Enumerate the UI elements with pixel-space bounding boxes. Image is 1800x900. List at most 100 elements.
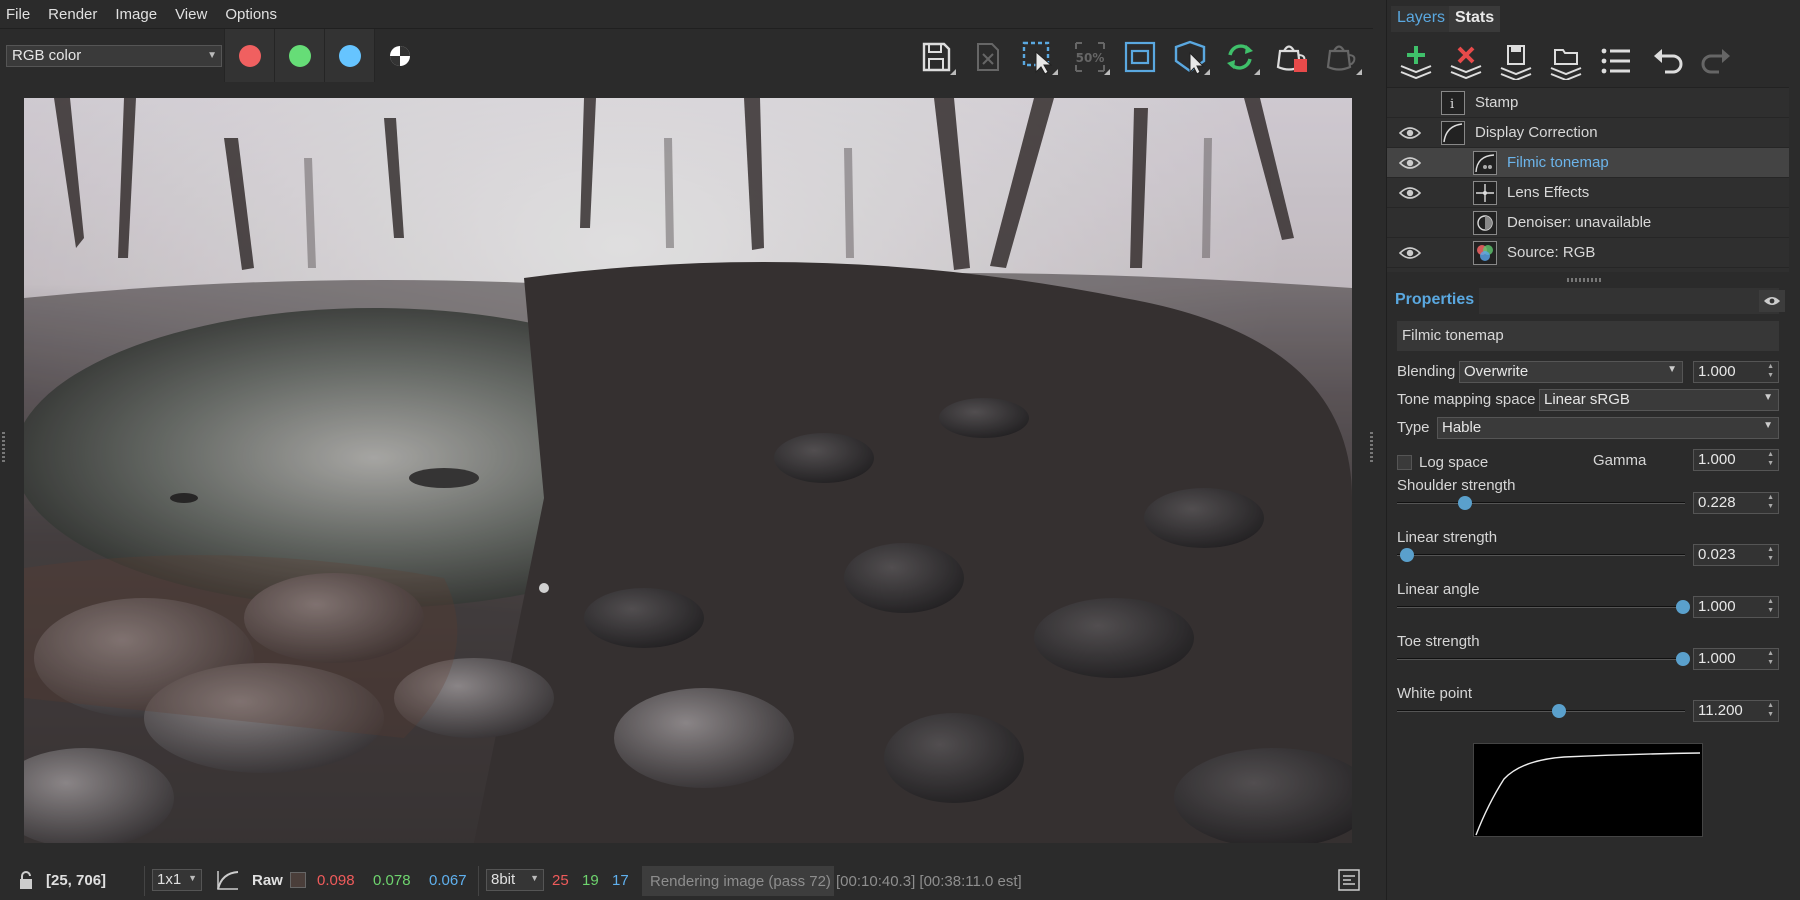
menu-image[interactable]: Image: [115, 6, 157, 23]
tab-stats[interactable]: Stats: [1449, 6, 1501, 32]
menu-render[interactable]: Render: [48, 6, 97, 23]
layer-row-stamp[interactable]: i Stamp: [1387, 88, 1789, 118]
menu-view[interactable]: View: [175, 6, 207, 23]
zoom-50-button[interactable]: 50%: [1070, 37, 1110, 77]
slider-value-spinner[interactable]: 1.000 ▲ ▼: [1693, 596, 1779, 618]
slider-value: 1.000: [1698, 598, 1736, 615]
eye-icon[interactable]: [1398, 245, 1422, 261]
slider-knob[interactable]: [1458, 496, 1472, 510]
curve-icon: [1441, 121, 1465, 145]
response-curve-icon[interactable]: [216, 869, 240, 895]
eye-icon[interactable]: [1398, 125, 1422, 141]
select-region-button[interactable]: [1018, 37, 1058, 77]
slider-track[interactable]: [1397, 496, 1685, 510]
slider-value: 0.023: [1698, 546, 1736, 563]
slider-knob[interactable]: [1676, 652, 1690, 666]
layer-list-button[interactable]: [1597, 42, 1637, 82]
slider-value-spinner[interactable]: 11.200 ▲ ▼: [1693, 700, 1779, 722]
layer-row-denoiser[interactable]: Denoiser: unavailable: [1387, 208, 1789, 238]
menu-file[interactable]: File: [6, 6, 30, 23]
type-select[interactable]: Hable ▼: [1437, 417, 1779, 439]
slider-label: Linear strength: [1397, 529, 1498, 546]
close-image-icon: [977, 43, 999, 71]
render-time: [00:10:40.3] [00:38:11.0 est]: [836, 873, 1022, 890]
chevron-down-icon: ▼: [530, 873, 539, 883]
dropdown-corner-icon: [1356, 69, 1362, 75]
rendered-image[interactable]: [24, 98, 1352, 843]
spinner-arrows-icon: ▲ ▼: [1767, 494, 1774, 510]
tone-space-select[interactable]: Linear sRGB ▼: [1539, 389, 1779, 411]
restart-render-icon: [1227, 44, 1253, 70]
focus-picker-icon: [1174, 40, 1206, 75]
panel-splitter-grip[interactable]: [1567, 278, 1603, 282]
remove-layer-button[interactable]: [1447, 42, 1487, 82]
chevron-down-icon: ▼: [1763, 420, 1773, 431]
status-divider: [144, 866, 145, 896]
panel-toggle-icon[interactable]: [1338, 869, 1360, 895]
dropdown-corner-icon: [950, 69, 956, 75]
channel-select[interactable]: RGB color ▼: [6, 45, 222, 67]
tab-layers[interactable]: Layers: [1391, 6, 1452, 32]
layer-row-source-rgb[interactable]: Source: RGB: [1387, 238, 1789, 268]
dropdown-corner-icon: [1104, 69, 1110, 75]
rgb-source-icon: [1473, 241, 1497, 265]
slider-track[interactable]: [1397, 600, 1690, 614]
gamma-value: 1.000: [1698, 451, 1736, 468]
eye-icon[interactable]: [1398, 155, 1422, 171]
int-value-blue: 17: [612, 872, 629, 889]
green-channel-button[interactable]: [274, 29, 324, 82]
slider-value-spinner[interactable]: 0.023 ▲ ▼: [1693, 544, 1779, 566]
slider-track[interactable]: [1397, 704, 1685, 718]
layer-name: Stamp: [1475, 94, 1519, 111]
slider-track[interactable]: [1397, 652, 1690, 666]
layer-row-display-correction[interactable]: Display Correction: [1387, 118, 1789, 148]
eye-icon[interactable]: [1398, 185, 1422, 201]
slider-knob[interactable]: [1400, 548, 1414, 562]
alpha-channel-button[interactable]: [374, 29, 424, 82]
layer-row-filmic-tonemap[interactable]: Filmic tonemap: [1387, 148, 1789, 178]
log-space-checkbox[interactable]: [1397, 455, 1412, 470]
layer-list: i Stamp Display Correction Filmic tonema…: [1387, 87, 1789, 272]
gamma-spinner[interactable]: 1.000 ▲ ▼: [1693, 449, 1779, 471]
left-splitter-handle[interactable]: [2, 432, 5, 462]
save-image-button[interactable]: [916, 37, 956, 77]
menu-options[interactable]: Options: [225, 6, 277, 23]
layer-toolbar: [1387, 38, 1800, 86]
pause-render-button[interactable]: [1322, 37, 1362, 77]
zoom-ratio-select[interactable]: 1x1 ▼: [152, 869, 202, 891]
restart-render-button[interactable]: [1220, 37, 1260, 77]
spinner-arrows-icon: ▲ ▼: [1767, 363, 1774, 379]
blending-value: Overwrite: [1464, 363, 1529, 380]
blending-amount-spinner[interactable]: 1.000 ▲ ▼: [1693, 361, 1779, 383]
slider-knob[interactable]: [1676, 600, 1690, 614]
load-layers-button[interactable]: [1547, 42, 1587, 82]
layer-row-lens-effects[interactable]: Lens Effects: [1387, 178, 1789, 208]
lock-icon[interactable]: [18, 870, 34, 894]
slider-value-spinner[interactable]: 1.000 ▲ ▼: [1693, 648, 1779, 670]
chevron-down-icon: ▼: [188, 873, 197, 883]
bit-depth-select[interactable]: 8bit ▼: [486, 869, 544, 891]
preview-toggle-button[interactable]: [1759, 290, 1785, 312]
fit-view-button[interactable]: [1120, 37, 1160, 77]
focus-picker-button[interactable]: [1170, 37, 1210, 77]
spinner-arrows-icon: ▲ ▼: [1767, 546, 1774, 562]
blending-select[interactable]: Overwrite ▼: [1459, 361, 1683, 383]
slider-knob[interactable]: [1552, 704, 1566, 718]
red-channel-button[interactable]: [224, 29, 274, 82]
add-layer-button[interactable]: [1397, 42, 1437, 82]
pixel-color-swatch: [290, 872, 306, 888]
close-image-button[interactable]: [968, 37, 1008, 77]
stop-render-button[interactable]: [1272, 37, 1312, 77]
layer-name-field[interactable]: Filmic tonemap: [1397, 321, 1779, 351]
zoom-ratio-value: 1x1: [157, 871, 182, 888]
slider-track[interactable]: [1397, 548, 1685, 562]
image-toolbar: RGB color ▼ 50%: [0, 28, 1373, 82]
slider-value-spinner[interactable]: 0.228 ▲ ▼: [1693, 492, 1779, 514]
render-progress: Rendering image (pass 72): [642, 866, 834, 896]
save-layers-button[interactable]: [1497, 42, 1537, 82]
redo-button[interactable]: [1697, 42, 1737, 82]
eye-icon: [1764, 297, 1780, 305]
undo-button[interactable]: [1649, 42, 1689, 82]
center-splitter-handle[interactable]: [1370, 432, 1373, 462]
blue-channel-button[interactable]: [324, 29, 374, 82]
